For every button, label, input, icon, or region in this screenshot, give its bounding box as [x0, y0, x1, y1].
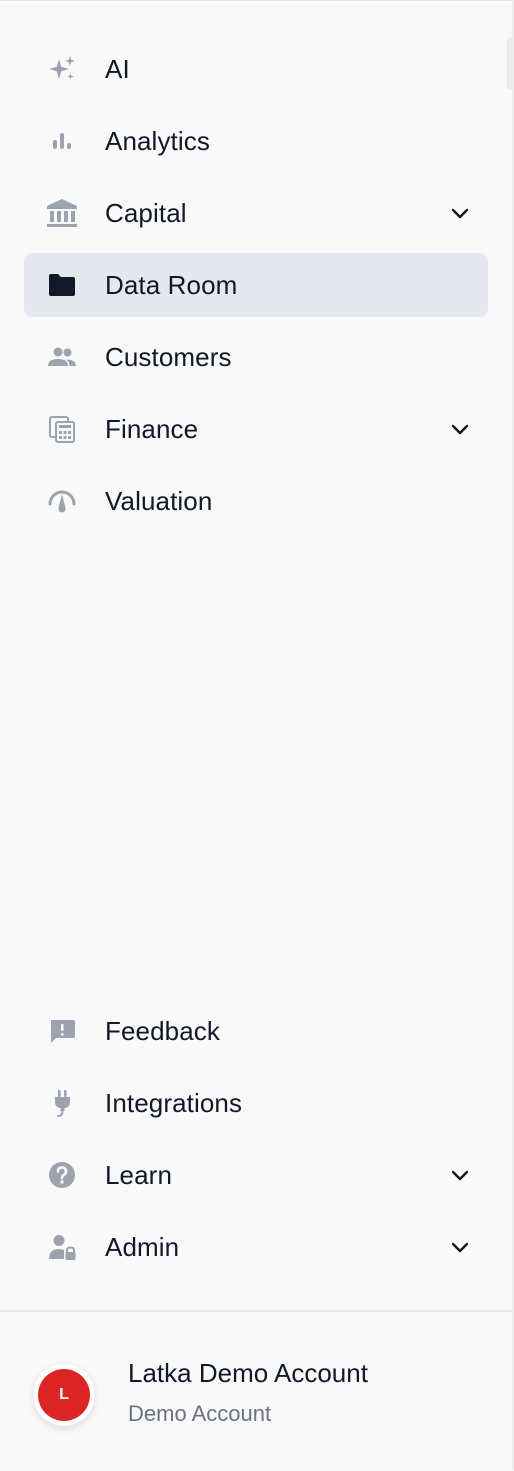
nav-item-admin[interactable]: Admin	[24, 1215, 488, 1279]
account-switcher[interactable]: L Latka Demo Account Demo Account	[0, 1312, 512, 1471]
nav-item-data-room[interactable]: Data Room	[24, 253, 488, 317]
nav-item-finance[interactable]: Finance	[24, 397, 488, 461]
nav-label-learn: Learn	[105, 1160, 172, 1190]
bank-icon	[46, 197, 78, 229]
account-name: Latka Demo Account	[128, 1358, 368, 1388]
scrollbar-thumb[interactable]	[507, 37, 512, 89]
nav-label-data-room: Data Room	[105, 270, 238, 300]
sparkles-icon	[46, 53, 78, 85]
plug-icon	[46, 1087, 78, 1119]
people-icon	[46, 341, 78, 373]
nav-item-analytics[interactable]: Analytics	[24, 109, 488, 173]
nav-label-feedback: Feedback	[105, 1016, 220, 1046]
nav-label-analytics: Analytics	[105, 126, 210, 156]
nav-label-finance: Finance	[105, 414, 199, 444]
nav-label-integrations: Integrations	[105, 1088, 243, 1118]
nav-item-valuation[interactable]: Valuation	[24, 469, 488, 533]
nav-label-ai: AI	[105, 54, 130, 84]
avatar[interactable]: L	[38, 1369, 90, 1421]
admin-lock-icon	[46, 1231, 78, 1263]
account-subtitle: Demo Account	[128, 1401, 272, 1426]
nav-item-capital[interactable]: Capital	[24, 181, 488, 245]
nav-item-customers[interactable]: Customers	[24, 325, 488, 389]
chevron-down-icon[interactable]	[448, 417, 472, 441]
nav-item-learn[interactable]: Learn	[24, 1143, 488, 1207]
nav-item-ai[interactable]: AI	[24, 37, 488, 101]
nav-label-capital: Capital	[105, 198, 187, 228]
nav-label-admin: Admin	[105, 1232, 180, 1262]
sidebar: AI Analytics Capital Data Room Customers…	[0, 0, 514, 1470]
gauge-icon	[46, 485, 78, 517]
chevron-down-icon[interactable]	[448, 1235, 472, 1259]
chevron-down-icon[interactable]	[448, 1163, 472, 1187]
feedback-icon	[46, 1015, 78, 1047]
chevron-down-icon[interactable]	[448, 201, 472, 225]
bar-chart-icon	[46, 125, 78, 157]
calculator-icon	[46, 413, 78, 445]
nav-item-integrations[interactable]: Integrations	[24, 1071, 488, 1135]
nav-label-valuation: Valuation	[105, 486, 213, 516]
nav-item-feedback[interactable]: Feedback	[24, 999, 488, 1063]
folder-icon	[46, 269, 78, 301]
help-icon	[46, 1159, 78, 1191]
nav-label-customers: Customers	[105, 342, 232, 372]
